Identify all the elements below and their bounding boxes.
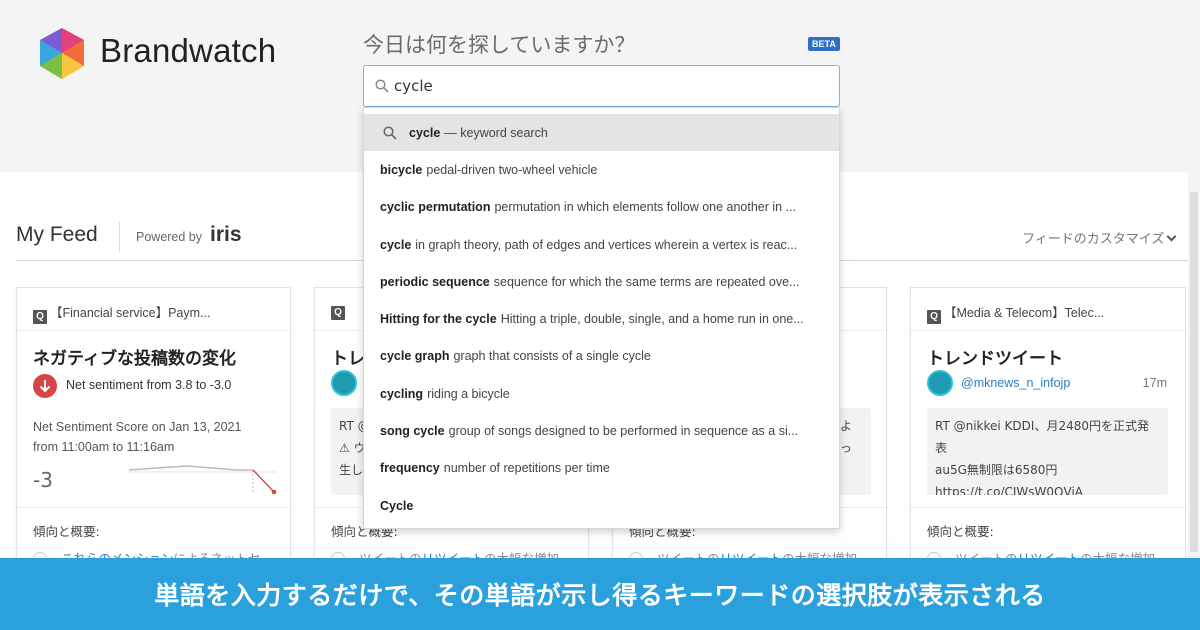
- search-value: cycle: [394, 77, 433, 95]
- sentiment-sparkline: [127, 465, 277, 495]
- arrow-down-icon: [33, 374, 57, 398]
- suggestion-term: Hitting for the cycle: [380, 312, 497, 327]
- suggestion-term: frequency: [380, 461, 440, 476]
- card-query: 【Financial service】Paym...: [50, 306, 211, 320]
- query-icon: Q: [927, 310, 941, 324]
- divider: [17, 330, 290, 331]
- suggestion-term: song cycle: [380, 424, 445, 439]
- powered-by-label: Powered by: [136, 230, 203, 244]
- customize-label: フィードのカスタマイズ: [1022, 232, 1165, 247]
- suggestion-term: Cycle: [380, 498, 414, 513]
- caption-text: 単語を入力するだけで、その単語が示し得るキーワードの選択肢が表示される: [154, 581, 1046, 610]
- card-title: トレ: [331, 349, 365, 369]
- card-title: トレンドツイート: [927, 349, 1063, 369]
- suggestion-description: sequence for which the same terms are re…: [493, 274, 800, 289]
- suggestion-item[interactable]: Hitting for the cycle Hitting a triple, d…: [364, 300, 839, 337]
- caption-banner: 単語を入力するだけで、その単語が示し得るキーワードの選択肢が表示される: [0, 558, 1200, 630]
- divider: [119, 222, 120, 252]
- suggestion-term: cyclic permutation: [380, 200, 491, 215]
- divider: [17, 507, 290, 508]
- trend-label: 傾向と概要:: [33, 524, 100, 539]
- feed-title: My Feed: [16, 223, 98, 246]
- suggestion-term: periodic sequence: [380, 274, 490, 289]
- query-icon: Q: [33, 310, 47, 324]
- suggestion-term: cycle: [409, 125, 441, 140]
- suggestion-description: riding a bicycle: [427, 386, 510, 401]
- brandwatch-logo-icon[interactable]: [36, 26, 88, 82]
- suggestion-item[interactable]: periodic sequence sequence for which the …: [364, 263, 839, 300]
- beta-badge: BETA: [808, 37, 840, 51]
- suggestion-item[interactable]: frequency number of repetitions per time: [364, 450, 839, 487]
- search-input[interactable]: cycle: [363, 65, 840, 107]
- post-time: 17m: [1142, 376, 1167, 390]
- suggestion-item[interactable]: cycling riding a bicycle: [364, 375, 839, 412]
- suggestion-description: graph that consists of a single cycle: [453, 349, 651, 364]
- suggestion-description: — keyword search: [444, 125, 548, 140]
- card-header: Q 【Media & Telecom】Telec...: [927, 302, 1104, 324]
- suggestion-item[interactable]: song cycle group of songs designed to be …: [364, 412, 839, 449]
- iris-logo: iris: [210, 223, 242, 246]
- feed-card-negative-change[interactable]: Q 【Financial service】Paym... ネガティブな投稿数の変化…: [16, 287, 291, 577]
- suggestion-description: permutation in which elements follow one…: [494, 200, 797, 215]
- suggestion-term: bicycle: [380, 162, 423, 177]
- suggestion-term: cycling: [380, 386, 424, 401]
- suggestion-item[interactable]: cycle graph graph that consists of a sing…: [364, 338, 839, 375]
- card-query: 【Media & Telecom】Telec...: [944, 306, 1105, 320]
- suggestion-dropdown: cycle — keyword search bicycle pedal-driven…: [363, 107, 840, 529]
- score-info: Net Sentiment Score on Jan 13, 2021 from…: [33, 417, 241, 457]
- suggestion-term: cycle: [380, 237, 412, 252]
- search-icon: [383, 126, 397, 140]
- chevron-down-icon: [1166, 231, 1177, 242]
- card-header: Q 【Financial service】Paym...: [33, 302, 210, 324]
- search-prompt: 今日は何を探していますか？: [363, 33, 636, 57]
- suggestion-item[interactable]: cycle — keyword search: [364, 114, 839, 152]
- suggestion-item[interactable]: Cycle: [364, 487, 839, 524]
- suggestion-description: number of repetitions per time: [443, 461, 610, 476]
- user-handle[interactable]: @mknews_n_infojp: [961, 376, 1070, 390]
- score-value: -3: [33, 468, 53, 492]
- customize-feed-button[interactable]: フィードのカスタマイズ: [1022, 228, 1177, 247]
- search-icon: [375, 79, 389, 93]
- divider: [911, 330, 1185, 331]
- suggestion-description: Hitting a triple, double, single, and a …: [500, 312, 804, 327]
- suggestion-description: pedal-driven two-wheel vehicle: [426, 162, 598, 177]
- sentiment-change: Net sentiment from 3.8 to -3.0: [66, 378, 232, 392]
- score-date: Net Sentiment Score on Jan 13, 2021: [33, 420, 242, 434]
- trend-label: 傾向と概要:: [927, 524, 994, 539]
- scrollbar[interactable]: [1188, 172, 1200, 558]
- tweet-text: RT @nikkei KDDI、月2480円を正式発表 au5G無制限は6580…: [927, 408, 1168, 495]
- card-title: ネガティブな投稿数の変化: [33, 349, 236, 369]
- query-icon: Q: [331, 306, 345, 320]
- feed-card-trend-tweet[interactable]: Q 【Media & Telecom】Telec... トレンドツイート @mkn…: [910, 287, 1186, 577]
- avatar[interactable]: [331, 370, 357, 396]
- suggestion-item[interactable]: cycle in graph theory, path of edges and …: [364, 226, 839, 263]
- suggestion-description: in graph theory, path of edges and verti…: [415, 237, 798, 252]
- suggestion-item[interactable]: bicycle pedal-driven two-wheel vehicle: [364, 151, 839, 188]
- card-header: Q: [331, 302, 348, 320]
- score-time: from 11:00am to 11:16am: [33, 440, 175, 454]
- scrollbar-thumb[interactable]: [1190, 192, 1198, 552]
- divider: [911, 507, 1185, 508]
- suggestion-term: cycle graph: [380, 349, 450, 364]
- suggestion-item[interactable]: cyclic permutation permutation in which e…: [364, 189, 839, 226]
- suggestion-description: group of songs designed to be performed …: [448, 424, 799, 439]
- brand-name: Brandwatch: [100, 32, 277, 69]
- avatar[interactable]: [927, 370, 953, 396]
